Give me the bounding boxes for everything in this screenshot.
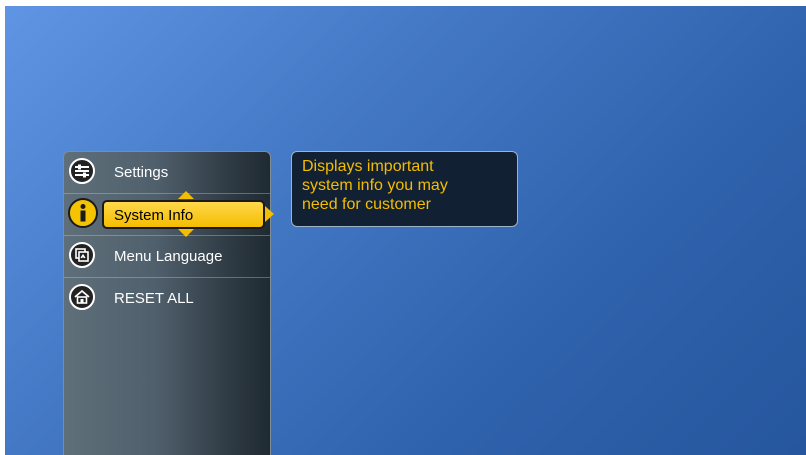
selected-highlight[interactable]: System Info: [102, 200, 265, 229]
menu-item-label: RESET ALL: [114, 290, 194, 307]
language-icon: [69, 242, 95, 268]
menu-item-label: Menu Language: [114, 248, 223, 265]
menu-panel: Settings System Info Menu Language RESET…: [63, 151, 274, 455]
menu-item-settings[interactable]: Settings: [64, 152, 270, 194]
menu-item-menu-language[interactable]: Menu Language: [64, 236, 270, 278]
scroll-up-arrow-icon[interactable]: [178, 191, 194, 199]
description-line: need for customer: [302, 196, 431, 213]
menu-item-label: System Info: [114, 207, 194, 224]
description-line: system info you may: [302, 177, 448, 194]
description-line: Displays important: [302, 158, 434, 175]
description-box: Displays important system info you may n…: [291, 151, 518, 227]
menu-item-reset-all[interactable]: RESET ALL: [64, 278, 270, 320]
submenu-arrow-icon[interactable]: [265, 206, 274, 222]
menu-item-label: Settings: [114, 164, 169, 181]
screen-background: Settings System Info Menu Language RESET…: [5, 6, 806, 455]
sliders-icon: [69, 158, 95, 184]
info-icon: [68, 198, 98, 228]
home-icon: [69, 284, 95, 310]
menu-item-system-info[interactable]: System Info: [64, 191, 274, 237]
